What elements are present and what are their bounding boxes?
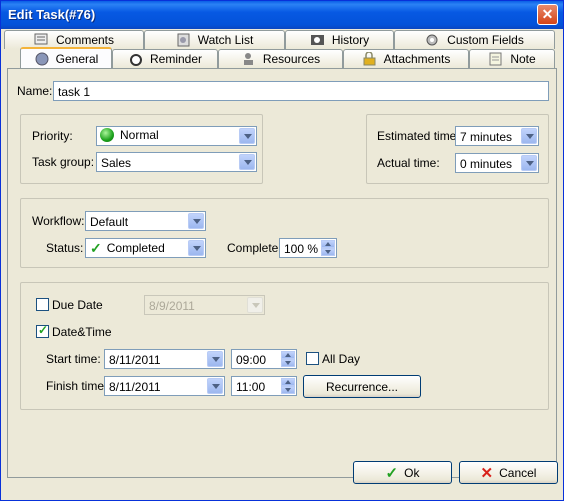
spin-down-icon[interactable] bbox=[281, 386, 295, 394]
tab-label: Attachments bbox=[383, 52, 451, 66]
window-title: Edit Task(#76) bbox=[8, 7, 96, 22]
workflow-label: Workflow: bbox=[32, 214, 85, 228]
priority-select[interactable]: Normal bbox=[96, 126, 257, 146]
close-icon: ✕ bbox=[541, 6, 554, 22]
start-time-field[interactable]: 09:00 bbox=[231, 349, 297, 369]
task-group-label: Task group: bbox=[32, 155, 95, 169]
chevron-down-icon[interactable] bbox=[207, 378, 223, 394]
chevron-down-icon[interactable] bbox=[207, 351, 223, 367]
priority-label: Priority: bbox=[32, 129, 73, 143]
workflow-group: Workflow: Default Status: ✓ Completed Co… bbox=[20, 198, 549, 268]
spin-up-icon[interactable] bbox=[321, 240, 335, 248]
watch-list-icon bbox=[176, 33, 192, 47]
date-time-checkbox[interactable] bbox=[36, 323, 49, 338]
date-group: Due Date 8/9/2011 Date&Time Start time: … bbox=[20, 282, 549, 410]
tab-reminder[interactable]: Reminder bbox=[112, 49, 218, 68]
complete-label: Complete: bbox=[227, 241, 282, 255]
date-time-label: Date&Time bbox=[52, 325, 112, 339]
general-icon bbox=[34, 52, 50, 66]
tab-label: Reminder bbox=[149, 52, 203, 66]
name-label: Name: bbox=[17, 84, 53, 98]
actual-time-label: Actual time: bbox=[377, 156, 440, 170]
title-bar[interactable]: Edit Task(#76) ✕ bbox=[1, 1, 563, 29]
comments-icon bbox=[34, 33, 50, 47]
cancel-button[interactable]: ✕ Cancel bbox=[459, 461, 558, 484]
spin-up-icon[interactable] bbox=[281, 378, 295, 386]
ok-button[interactable]: ✓ Ok bbox=[353, 461, 452, 484]
due-date-label: Due Date bbox=[52, 298, 103, 312]
tab-label: Comments bbox=[55, 33, 114, 47]
completed-check-icon: ✓ bbox=[90, 240, 102, 256]
status-select[interactable]: ✓ Completed bbox=[85, 238, 206, 258]
note-icon bbox=[488, 52, 504, 66]
time-group: Estimated time: 7 minutes Actual time: 0… bbox=[366, 114, 549, 184]
tab-label: Note bbox=[510, 52, 536, 66]
finish-date-picker[interactable]: 8/11/2011 bbox=[104, 376, 225, 396]
edit-task-dialog: Edit Task(#76) ✕ Comments Watch List His… bbox=[0, 0, 564, 501]
start-time-label: Start time: bbox=[46, 352, 101, 366]
tab-label: Custom Fields bbox=[447, 33, 524, 47]
actual-time-select[interactable]: 0 minutes bbox=[455, 153, 539, 173]
all-day-checkbox[interactable] bbox=[306, 352, 319, 365]
history-icon bbox=[310, 33, 326, 47]
workflow-select[interactable]: Default bbox=[85, 211, 206, 231]
tab-general[interactable]: General bbox=[20, 47, 112, 68]
tab-label: Resources bbox=[262, 52, 321, 66]
general-tab-panel: Name: task 1 Priority: Normal Task group… bbox=[7, 68, 557, 478]
estimated-time-select[interactable]: 7 minutes bbox=[455, 126, 539, 146]
priority-group: Priority: Normal Task group: Sales bbox=[20, 114, 263, 184]
finish-time-label: Finish time: bbox=[46, 379, 108, 393]
tab-label: History bbox=[331, 33, 370, 47]
tab-resources[interactable]: Resources bbox=[218, 49, 343, 68]
close-button[interactable]: ✕ bbox=[537, 4, 558, 25]
spin-down-icon[interactable] bbox=[281, 359, 295, 367]
tab-custom-fields[interactable]: Custom Fields bbox=[394, 30, 555, 49]
chevron-down-icon[interactable] bbox=[521, 128, 537, 144]
spin-up-icon[interactable] bbox=[281, 351, 295, 359]
resources-icon bbox=[241, 52, 257, 66]
task-group-select[interactable]: Sales bbox=[96, 152, 257, 172]
due-date-checkbox[interactable] bbox=[36, 298, 49, 311]
recurrence-button[interactable]: Recurrence... bbox=[303, 375, 421, 398]
estimated-time-label: Estimated time: bbox=[377, 129, 460, 143]
cancel-x-icon: ✕ bbox=[480, 464, 494, 482]
tab-history[interactable]: History bbox=[285, 30, 394, 49]
chevron-down-icon[interactable] bbox=[247, 297, 263, 313]
chevron-down-icon[interactable] bbox=[239, 128, 255, 144]
chevron-down-icon[interactable] bbox=[239, 154, 255, 170]
chevron-down-icon[interactable] bbox=[521, 155, 537, 171]
tab-label: Watch List bbox=[197, 33, 254, 47]
status-label: Status: bbox=[46, 241, 84, 255]
custom-fields-icon bbox=[425, 33, 441, 47]
complete-percent-field[interactable]: 100 % bbox=[279, 238, 337, 258]
name-field[interactable]: task 1 bbox=[53, 81, 549, 101]
alarm-clock-icon bbox=[128, 52, 144, 66]
start-date-picker[interactable]: 8/11/2011 bbox=[104, 349, 225, 369]
due-date-picker[interactable]: 8/9/2011 bbox=[144, 295, 265, 315]
all-day-label: All Day bbox=[322, 352, 361, 366]
priority-normal-icon bbox=[100, 128, 114, 142]
check-icon: ✓ bbox=[385, 464, 399, 482]
chevron-down-icon[interactable] bbox=[188, 240, 204, 256]
tab-watch-list[interactable]: Watch List bbox=[144, 30, 285, 49]
finish-time-field[interactable]: 11:00 bbox=[231, 376, 297, 396]
attachments-icon bbox=[362, 51, 378, 66]
tab-note[interactable]: Note bbox=[469, 49, 555, 68]
dialog-body: Comments Watch List History Custom Field… bbox=[4, 29, 560, 499]
spin-down-icon[interactable] bbox=[321, 248, 335, 256]
tab-label: General bbox=[55, 51, 99, 66]
chevron-down-icon[interactable] bbox=[188, 213, 204, 229]
tab-attachments[interactable]: Attachments bbox=[343, 49, 469, 68]
